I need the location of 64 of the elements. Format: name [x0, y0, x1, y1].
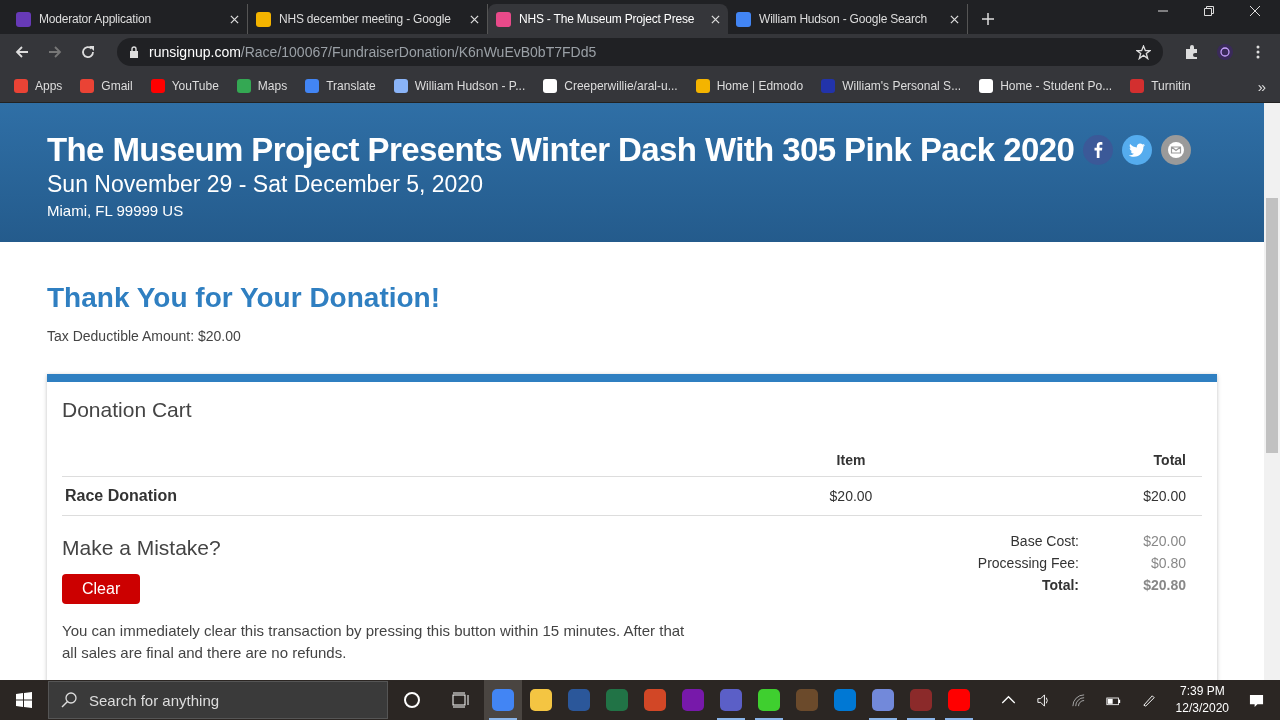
close-icon[interactable] [470, 14, 479, 24]
bookmark[interactable]: William's Personal S... [821, 79, 962, 93]
bookmark[interactable]: Turnitin [1130, 79, 1191, 93]
clock[interactable]: 7:39 PM 12/3/2020 [1175, 683, 1229, 717]
tax-deductible-amount: Tax Deductible Amount: $20.00 [47, 328, 242, 344]
refund-notice: You can immediately clear this transaction by pressing this button within 15 minutes. After that all sales are final and there are no refunds. [62, 621, 686, 663]
event-title: The Museum Project Presents Winter Dash With 305 Pink Pack 2020 [47, 131, 1075, 169]
close-icon[interactable] [1250, 6, 1260, 16]
email-icon[interactable] [1161, 135, 1192, 165]
taskbar-search-field[interactable]: Search for anything [48, 681, 388, 719]
task-view-icon[interactable] [450, 690, 470, 710]
search-icon [61, 692, 77, 708]
card-title: Donation Cart [62, 398, 193, 422]
close-icon[interactable] [711, 14, 720, 24]
summary-label: Processing Fee: [976, 555, 1079, 571]
event-location: Miami, FL 99999 US [47, 202, 185, 219]
table-cell-text: $20.00 [828, 488, 874, 504]
address-field[interactable]: runsignup.com/Race/100067/FundraiserDonation/K6nWuEvB0bT7FDd5 [117, 38, 1163, 66]
wifi-icon[interactable] [1070, 692, 1086, 708]
thank-you-heading: Thank You for Your Donation! [47, 282, 442, 314]
mistake-heading: Make a Mistake? [62, 536, 222, 560]
bookmark[interactable]: Apps [14, 79, 63, 93]
bookmark[interactable]: Creeperwillie/aral-u... [543, 79, 678, 93]
twitter-icon[interactable] [1122, 135, 1153, 165]
summary-value: $20.00 [1142, 533, 1187, 549]
browser-tab[interactable]: NHS - The Museum Project Prese [488, 4, 728, 34]
column-header: Item [835, 452, 867, 468]
more-bookmarks-button[interactable]: » [1257, 77, 1266, 95]
summary-label: Base Cost: [1009, 533, 1079, 549]
scrollbar[interactable] [1264, 103, 1280, 680]
summary-value: $0.80 [1149, 555, 1187, 571]
reload-icon[interactable] [80, 44, 96, 60]
column-header: Total [1152, 452, 1187, 468]
close-icon[interactable] [230, 14, 239, 24]
star-icon[interactable] [1136, 44, 1151, 60]
avatar-icon[interactable] [1217, 44, 1233, 60]
bookmark[interactable]: YouTube [150, 79, 219, 93]
summary-value: $20.80 [1142, 577, 1187, 593]
bookmark[interactable]: Home | Edmodo [695, 79, 804, 93]
bookmark[interactable]: Maps [236, 79, 288, 93]
bookmark[interactable]: Translate [305, 79, 376, 93]
bookmark[interactable]: Home - Student Po... [979, 79, 1113, 93]
bookmark[interactable]: Gmail [80, 79, 133, 93]
windows-start-icon[interactable] [16, 692, 32, 708]
bookmark[interactable]: William Hudson - P... [393, 79, 526, 93]
forward-icon[interactable] [47, 44, 63, 60]
close-icon[interactable] [950, 14, 959, 24]
speaker-icon[interactable] [1035, 692, 1051, 708]
clear-button[interactable]: Clear [62, 574, 141, 604]
event-dates: Sun November 29 - Sat December 5, 2020 [47, 171, 484, 198]
restore-icon[interactable] [1204, 6, 1214, 16]
lock-icon [129, 46, 139, 58]
new-tab-icon[interactable] [982, 13, 994, 25]
pen-icon[interactable] [1140, 692, 1156, 708]
taskbar-app[interactable] [484, 680, 522, 720]
notification-icon[interactable] [1249, 692, 1264, 708]
scroll-thumb[interactable] [1266, 198, 1278, 453]
puzzle-icon[interactable] [1184, 44, 1200, 60]
cortana-icon[interactable] [402, 690, 422, 710]
table-cell-text: $20.00 [1142, 488, 1187, 504]
summary-label: Total: [1040, 577, 1079, 593]
table-cell-text: Race Donation [64, 487, 178, 505]
back-icon[interactable] [14, 44, 30, 60]
facebook-icon[interactable] [1083, 135, 1114, 165]
